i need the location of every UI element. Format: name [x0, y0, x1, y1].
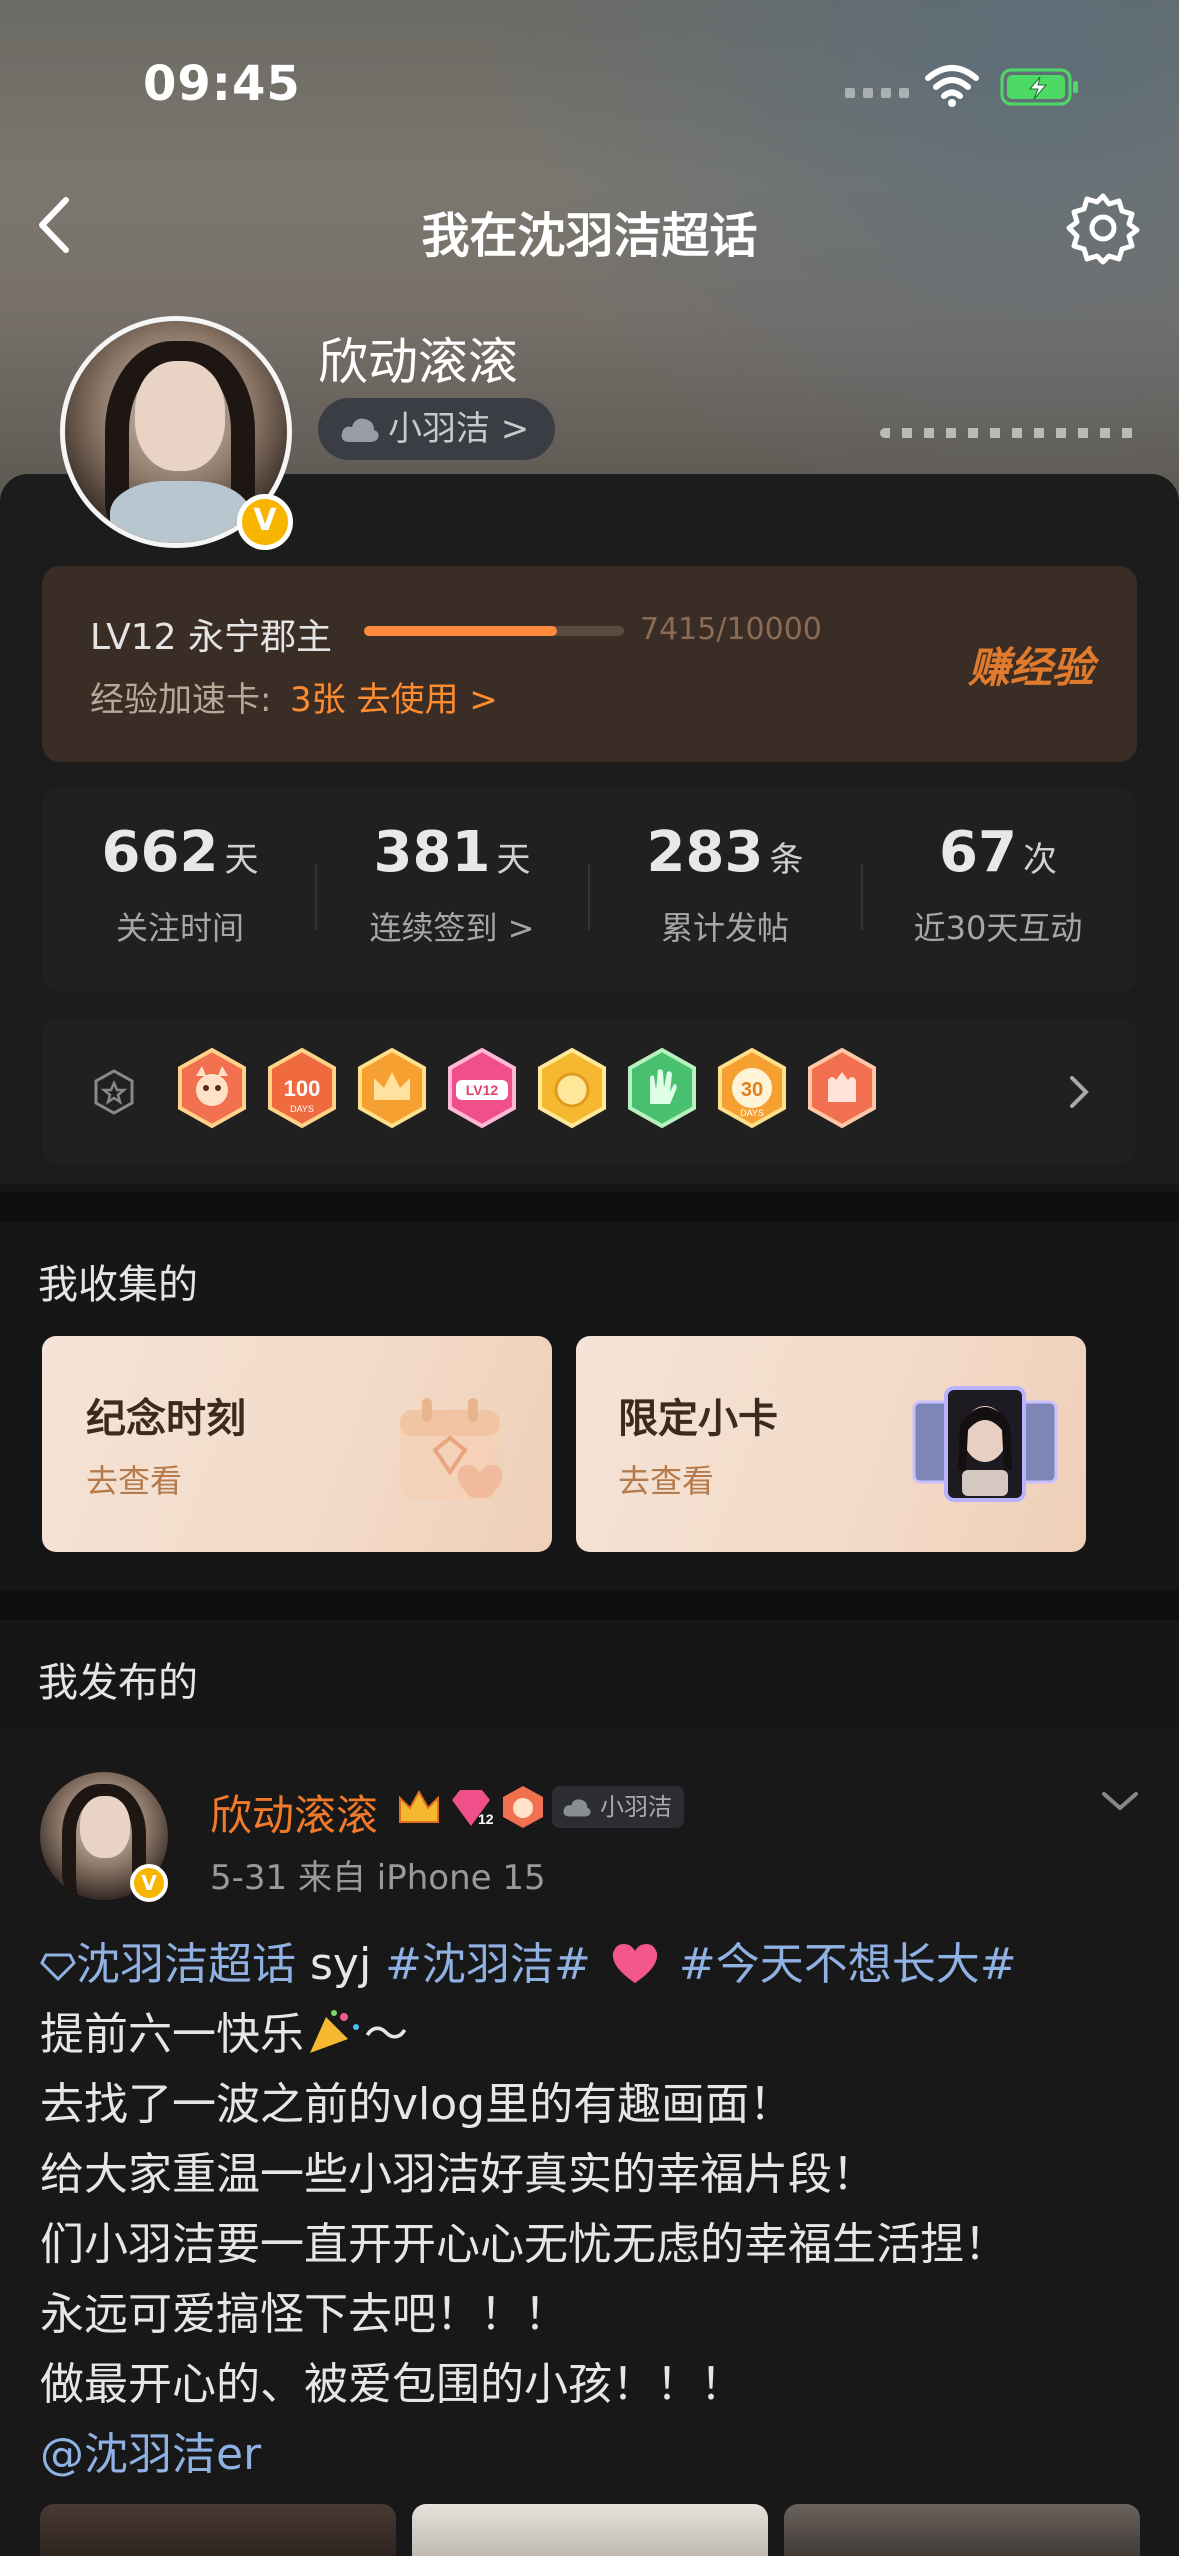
level-name: LV12 永宁郡主	[90, 617, 332, 658]
hand-badge-icon[interactable]	[626, 1046, 698, 1130]
memorial-moments-title: 纪念时刻	[86, 1396, 246, 1442]
hashtag-link[interactable]: #今天不想长大#	[679, 1939, 1017, 1990]
badge-30-text: 30	[741, 1079, 763, 1101]
badge-100-subtext: DAYS	[290, 1104, 314, 1114]
limited-cards-title: 限定小卡	[618, 1396, 778, 1442]
party-popper-icon	[310, 2010, 359, 2053]
stat-label: 近30天互动	[913, 909, 1083, 947]
post-verified-badge: V	[130, 1864, 168, 1902]
post-image-thumbnail[interactable]	[412, 2504, 768, 2556]
fox-badge-icon[interactable]	[176, 1046, 248, 1130]
verified-badge: V	[237, 494, 293, 550]
heart-emoji-icon	[612, 1944, 658, 1983]
memorial-moments-link[interactable]: 去查看	[86, 1456, 182, 1502]
status-bar: 09:45	[0, 0, 1179, 180]
speed-card-use-link[interactable]: 3张 去使用 >	[290, 672, 498, 721]
cloud-icon	[341, 418, 379, 442]
page-title: 我在沈羽洁超话	[421, 208, 758, 264]
post-image-thumbnail[interactable]	[784, 2504, 1140, 2556]
section-separator	[0, 1590, 1179, 1620]
calendar-heart-icon	[400, 1398, 503, 1500]
stat-checkin-days[interactable]: 381 天 连续签到 >	[316, 820, 588, 949]
cellular-signal-icon	[845, 88, 909, 98]
decorative-dots	[880, 428, 1140, 438]
post-fan-tag-label: 小羽洁	[600, 1793, 672, 1821]
username: 欣动滚滚	[318, 333, 518, 391]
status-time: 09:45	[143, 56, 301, 112]
hashtag-link[interactable]: #沈羽洁#	[385, 1939, 591, 1990]
fox-medal-icon	[503, 1786, 543, 1828]
photo-cards-image	[912, 1386, 1058, 1502]
stat-follow-days: 662 天 关注时间	[44, 820, 316, 949]
cloud-icon	[563, 1799, 591, 1817]
badge-lv12-text: LV12	[466, 1082, 499, 1098]
post-line-3: 去找了一波之前的vlog里的有趣画面！	[40, 2079, 794, 2130]
stat-unit: 次	[1022, 840, 1057, 880]
post-text: syj	[296, 1939, 386, 1990]
lv12-badge-icon[interactable]: LV12	[446, 1046, 518, 1130]
stat-value: 381	[373, 820, 491, 885]
medal-outline-icon	[94, 1069, 134, 1115]
post-line-2: 提前六一快乐 ～	[40, 2000, 1150, 2070]
post-image-thumbnail[interactable]	[40, 2504, 396, 2556]
post-fan-tag[interactable]: 小羽洁	[552, 1786, 684, 1828]
crown-medal-icon	[399, 1789, 439, 1823]
stat-interactions: 67 次 近30天互动	[862, 820, 1134, 949]
chevron-right-icon[interactable]	[1066, 1072, 1092, 1112]
stat-value: 662	[101, 820, 219, 885]
post-line-6: 永远可爱搞怪下去吧！！！	[40, 2289, 568, 2340]
gesture-badge-icon[interactable]	[806, 1046, 878, 1130]
post-text: ～	[364, 2009, 408, 2060]
stat-value: 67	[939, 820, 1017, 885]
stat-posts: 283 条 累计发帖	[589, 820, 861, 949]
posts-title: 我发布的	[38, 1660, 198, 1706]
stat-unit: 天	[224, 840, 259, 880]
earn-exp-button[interactable]: 赚经验	[968, 634, 1094, 695]
fan-tag-button[interactable]: 小羽洁 >	[318, 398, 556, 460]
post-body: 沈羽洁超话 syj #沈羽洁# #今天不想长大# 提前六一快乐 ～ 去找了一波之前…	[40, 1930, 1150, 2490]
diamond-icon	[40, 1953, 76, 1982]
level-progress-fill	[364, 626, 557, 636]
stat-value: 283	[646, 820, 764, 885]
stat-label: 累计发帖	[660, 909, 789, 947]
lv12-medal-icon: 12	[452, 1790, 494, 1827]
stat-label: 关注时间	[115, 909, 244, 947]
badge-30-subtext: DAYS	[740, 1108, 764, 1118]
post-author-name[interactable]: 欣动滚滚	[210, 1782, 378, 1843]
wifi-icon	[925, 65, 979, 107]
fan-tag-label: 小羽洁 >	[388, 409, 530, 449]
topic-text: 沈羽洁超话	[76, 1939, 296, 1990]
section-separator	[0, 1192, 1179, 1222]
crown-badge-icon[interactable]	[356, 1046, 428, 1130]
30-days-badge-icon[interactable]: 30 DAYS	[716, 1046, 788, 1130]
level-progress-text: 7415/10000	[640, 612, 822, 647]
gear-icon[interactable]	[1065, 190, 1141, 266]
100-days-badge-icon[interactable]: 100 DAYS	[266, 1046, 338, 1130]
badge-100-text: 100	[284, 1076, 321, 1101]
chevron-down-icon[interactable]	[1100, 1786, 1140, 1816]
post-line-1: 沈羽洁超话 syj #沈羽洁# #今天不想长大#	[40, 1930, 1150, 2000]
level-progress-bar	[364, 626, 624, 636]
post-line-5: 们小羽洁要一直开开心心无忧无虑的幸福生活捏！	[40, 2219, 1008, 2270]
limited-cards-link[interactable]: 去查看	[618, 1456, 714, 1502]
stat-unit: 条	[769, 840, 804, 880]
svg-text:12: 12	[478, 1811, 494, 1827]
mention-link[interactable]: @沈羽洁er	[40, 2420, 1150, 2490]
post-line-4: 给大家重温一些小羽洁好真实的幸福片段！	[40, 2149, 876, 2200]
post-text: 提前六一快乐	[40, 2009, 304, 2060]
speed-card-label: 经验加速卡:	[90, 680, 272, 720]
collections-title: 我收集的	[38, 1262, 198, 1308]
post-line-7: 做最开心的、被爱包围的小孩！！！	[40, 2359, 744, 2410]
coin-badge-icon[interactable]	[536, 1046, 608, 1130]
stat-label: 连续签到 >	[369, 909, 535, 947]
post-meta: 5-31 来自 iPhone 15	[210, 1858, 546, 1898]
topic-link[interactable]: 沈羽洁超话	[40, 1939, 296, 1990]
stat-unit: 天	[496, 840, 531, 880]
battery-charging-icon	[1000, 68, 1078, 106]
